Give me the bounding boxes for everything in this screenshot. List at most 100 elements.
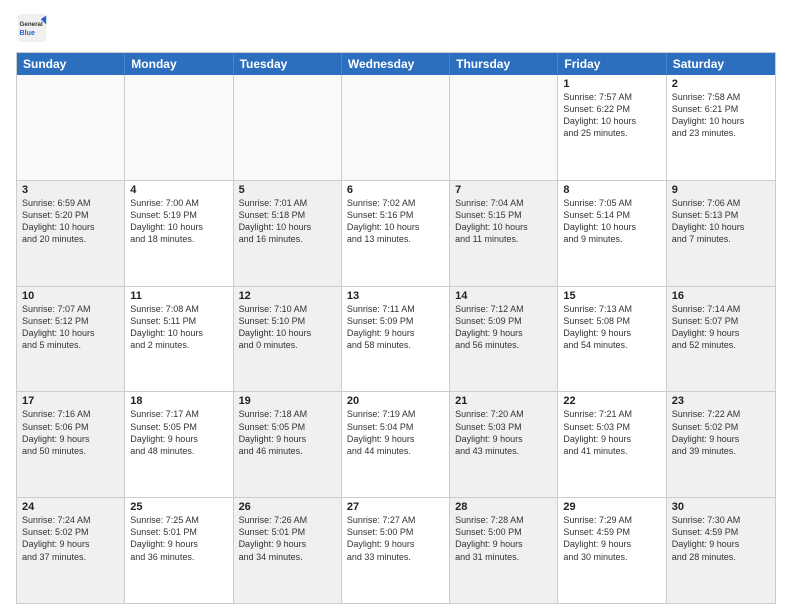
calendar-row-0: 1Sunrise: 7:57 AM Sunset: 6:22 PM Daylig… [17,75,775,180]
calendar-cell-empty-0-1 [125,75,233,180]
day-number: 27 [347,501,444,513]
day-number: 21 [455,395,552,407]
calendar-row-2: 10Sunrise: 7:07 AM Sunset: 5:12 PM Dayli… [17,286,775,392]
calendar-cell-7: 7Sunrise: 7:04 AM Sunset: 5:15 PM Daylig… [450,181,558,286]
day-number: 1 [563,78,660,90]
cell-info: Sunrise: 7:02 AM Sunset: 5:16 PM Dayligh… [347,197,444,246]
day-number: 25 [130,501,227,513]
header-day-sunday: Sunday [17,53,125,75]
day-number: 15 [563,290,660,302]
day-number: 22 [563,395,660,407]
day-number: 23 [672,395,770,407]
calendar-cell-8: 8Sunrise: 7:05 AM Sunset: 5:14 PM Daylig… [558,181,666,286]
cell-info: Sunrise: 7:07 AM Sunset: 5:12 PM Dayligh… [22,303,119,352]
cell-info: Sunrise: 7:14 AM Sunset: 5:07 PM Dayligh… [672,303,770,352]
day-number: 10 [22,290,119,302]
calendar-cell-10: 10Sunrise: 7:07 AM Sunset: 5:12 PM Dayli… [17,287,125,392]
header: General Blue [16,12,776,44]
logo-icon: General Blue [16,12,48,44]
cell-info: Sunrise: 7:58 AM Sunset: 6:21 PM Dayligh… [672,91,770,140]
day-number: 18 [130,395,227,407]
calendar-cell-6: 6Sunrise: 7:02 AM Sunset: 5:16 PM Daylig… [342,181,450,286]
cell-info: Sunrise: 7:26 AM Sunset: 5:01 PM Dayligh… [239,514,336,563]
calendar-cell-5: 5Sunrise: 7:01 AM Sunset: 5:18 PM Daylig… [234,181,342,286]
header-day-monday: Monday [125,53,233,75]
calendar: SundayMondayTuesdayWednesdayThursdayFrid… [16,52,776,604]
cell-info: Sunrise: 7:10 AM Sunset: 5:10 PM Dayligh… [239,303,336,352]
day-number: 5 [239,184,336,196]
calendar-header: SundayMondayTuesdayWednesdayThursdayFrid… [17,53,775,75]
cell-info: Sunrise: 7:13 AM Sunset: 5:08 PM Dayligh… [563,303,660,352]
logo: General Blue [16,12,48,44]
header-day-saturday: Saturday [667,53,775,75]
cell-info: Sunrise: 7:11 AM Sunset: 5:09 PM Dayligh… [347,303,444,352]
cell-info: Sunrise: 7:06 AM Sunset: 5:13 PM Dayligh… [672,197,770,246]
calendar-cell-23: 23Sunrise: 7:22 AM Sunset: 5:02 PM Dayli… [667,392,775,497]
calendar-cell-17: 17Sunrise: 7:16 AM Sunset: 5:06 PM Dayli… [17,392,125,497]
cell-info: Sunrise: 7:22 AM Sunset: 5:02 PM Dayligh… [672,408,770,457]
calendar-cell-16: 16Sunrise: 7:14 AM Sunset: 5:07 PM Dayli… [667,287,775,392]
calendar-cell-18: 18Sunrise: 7:17 AM Sunset: 5:05 PM Dayli… [125,392,233,497]
day-number: 2 [672,78,770,90]
page: General Blue SundayMondayTuesdayWednesda… [0,0,792,612]
cell-info: Sunrise: 7:04 AM Sunset: 5:15 PM Dayligh… [455,197,552,246]
cell-info: Sunrise: 7:12 AM Sunset: 5:09 PM Dayligh… [455,303,552,352]
cell-info: Sunrise: 7:30 AM Sunset: 4:59 PM Dayligh… [672,514,770,563]
calendar-cell-28: 28Sunrise: 7:28 AM Sunset: 5:00 PM Dayli… [450,498,558,603]
day-number: 8 [563,184,660,196]
calendar-cell-30: 30Sunrise: 7:30 AM Sunset: 4:59 PM Dayli… [667,498,775,603]
svg-text:Blue: Blue [20,29,35,37]
cell-info: Sunrise: 7:18 AM Sunset: 5:05 PM Dayligh… [239,408,336,457]
header-day-wednesday: Wednesday [342,53,450,75]
day-number: 16 [672,290,770,302]
day-number: 30 [672,501,770,513]
calendar-cell-22: 22Sunrise: 7:21 AM Sunset: 5:03 PM Dayli… [558,392,666,497]
calendar-cell-15: 15Sunrise: 7:13 AM Sunset: 5:08 PM Dayli… [558,287,666,392]
day-number: 28 [455,501,552,513]
cell-info: Sunrise: 7:16 AM Sunset: 5:06 PM Dayligh… [22,408,119,457]
calendar-cell-29: 29Sunrise: 7:29 AM Sunset: 4:59 PM Dayli… [558,498,666,603]
cell-info: Sunrise: 7:29 AM Sunset: 4:59 PM Dayligh… [563,514,660,563]
day-number: 11 [130,290,227,302]
cell-info: Sunrise: 7:21 AM Sunset: 5:03 PM Dayligh… [563,408,660,457]
cell-info: Sunrise: 7:57 AM Sunset: 6:22 PM Dayligh… [563,91,660,140]
calendar-cell-13: 13Sunrise: 7:11 AM Sunset: 5:09 PM Dayli… [342,287,450,392]
day-number: 29 [563,501,660,513]
calendar-cell-9: 9Sunrise: 7:06 AM Sunset: 5:13 PM Daylig… [667,181,775,286]
calendar-cell-19: 19Sunrise: 7:18 AM Sunset: 5:05 PM Dayli… [234,392,342,497]
day-number: 20 [347,395,444,407]
header-day-friday: Friday [558,53,666,75]
calendar-cell-1: 1Sunrise: 7:57 AM Sunset: 6:22 PM Daylig… [558,75,666,180]
svg-text:General: General [20,21,43,28]
calendar-row-4: 24Sunrise: 7:24 AM Sunset: 5:02 PM Dayli… [17,497,775,603]
calendar-cell-26: 26Sunrise: 7:26 AM Sunset: 5:01 PM Dayli… [234,498,342,603]
day-number: 14 [455,290,552,302]
cell-info: Sunrise: 7:17 AM Sunset: 5:05 PM Dayligh… [130,408,227,457]
calendar-body: 1Sunrise: 7:57 AM Sunset: 6:22 PM Daylig… [17,75,775,603]
calendar-cell-empty-0-4 [450,75,558,180]
calendar-cell-4: 4Sunrise: 7:00 AM Sunset: 5:19 PM Daylig… [125,181,233,286]
calendar-cell-27: 27Sunrise: 7:27 AM Sunset: 5:00 PM Dayli… [342,498,450,603]
calendar-cell-empty-0-2 [234,75,342,180]
day-number: 13 [347,290,444,302]
calendar-cell-25: 25Sunrise: 7:25 AM Sunset: 5:01 PM Dayli… [125,498,233,603]
calendar-cell-empty-0-0 [17,75,125,180]
calendar-cell-12: 12Sunrise: 7:10 AM Sunset: 5:10 PM Dayli… [234,287,342,392]
day-number: 3 [22,184,119,196]
calendar-cell-20: 20Sunrise: 7:19 AM Sunset: 5:04 PM Dayli… [342,392,450,497]
cell-info: Sunrise: 7:27 AM Sunset: 5:00 PM Dayligh… [347,514,444,563]
calendar-cell-21: 21Sunrise: 7:20 AM Sunset: 5:03 PM Dayli… [450,392,558,497]
calendar-row-3: 17Sunrise: 7:16 AM Sunset: 5:06 PM Dayli… [17,391,775,497]
day-number: 9 [672,184,770,196]
calendar-cell-11: 11Sunrise: 7:08 AM Sunset: 5:11 PM Dayli… [125,287,233,392]
day-number: 17 [22,395,119,407]
header-day-tuesday: Tuesday [234,53,342,75]
calendar-cell-empty-0-3 [342,75,450,180]
cell-info: Sunrise: 6:59 AM Sunset: 5:20 PM Dayligh… [22,197,119,246]
cell-info: Sunrise: 7:00 AM Sunset: 5:19 PM Dayligh… [130,197,227,246]
day-number: 19 [239,395,336,407]
day-number: 12 [239,290,336,302]
day-number: 26 [239,501,336,513]
calendar-cell-24: 24Sunrise: 7:24 AM Sunset: 5:02 PM Dayli… [17,498,125,603]
day-number: 7 [455,184,552,196]
